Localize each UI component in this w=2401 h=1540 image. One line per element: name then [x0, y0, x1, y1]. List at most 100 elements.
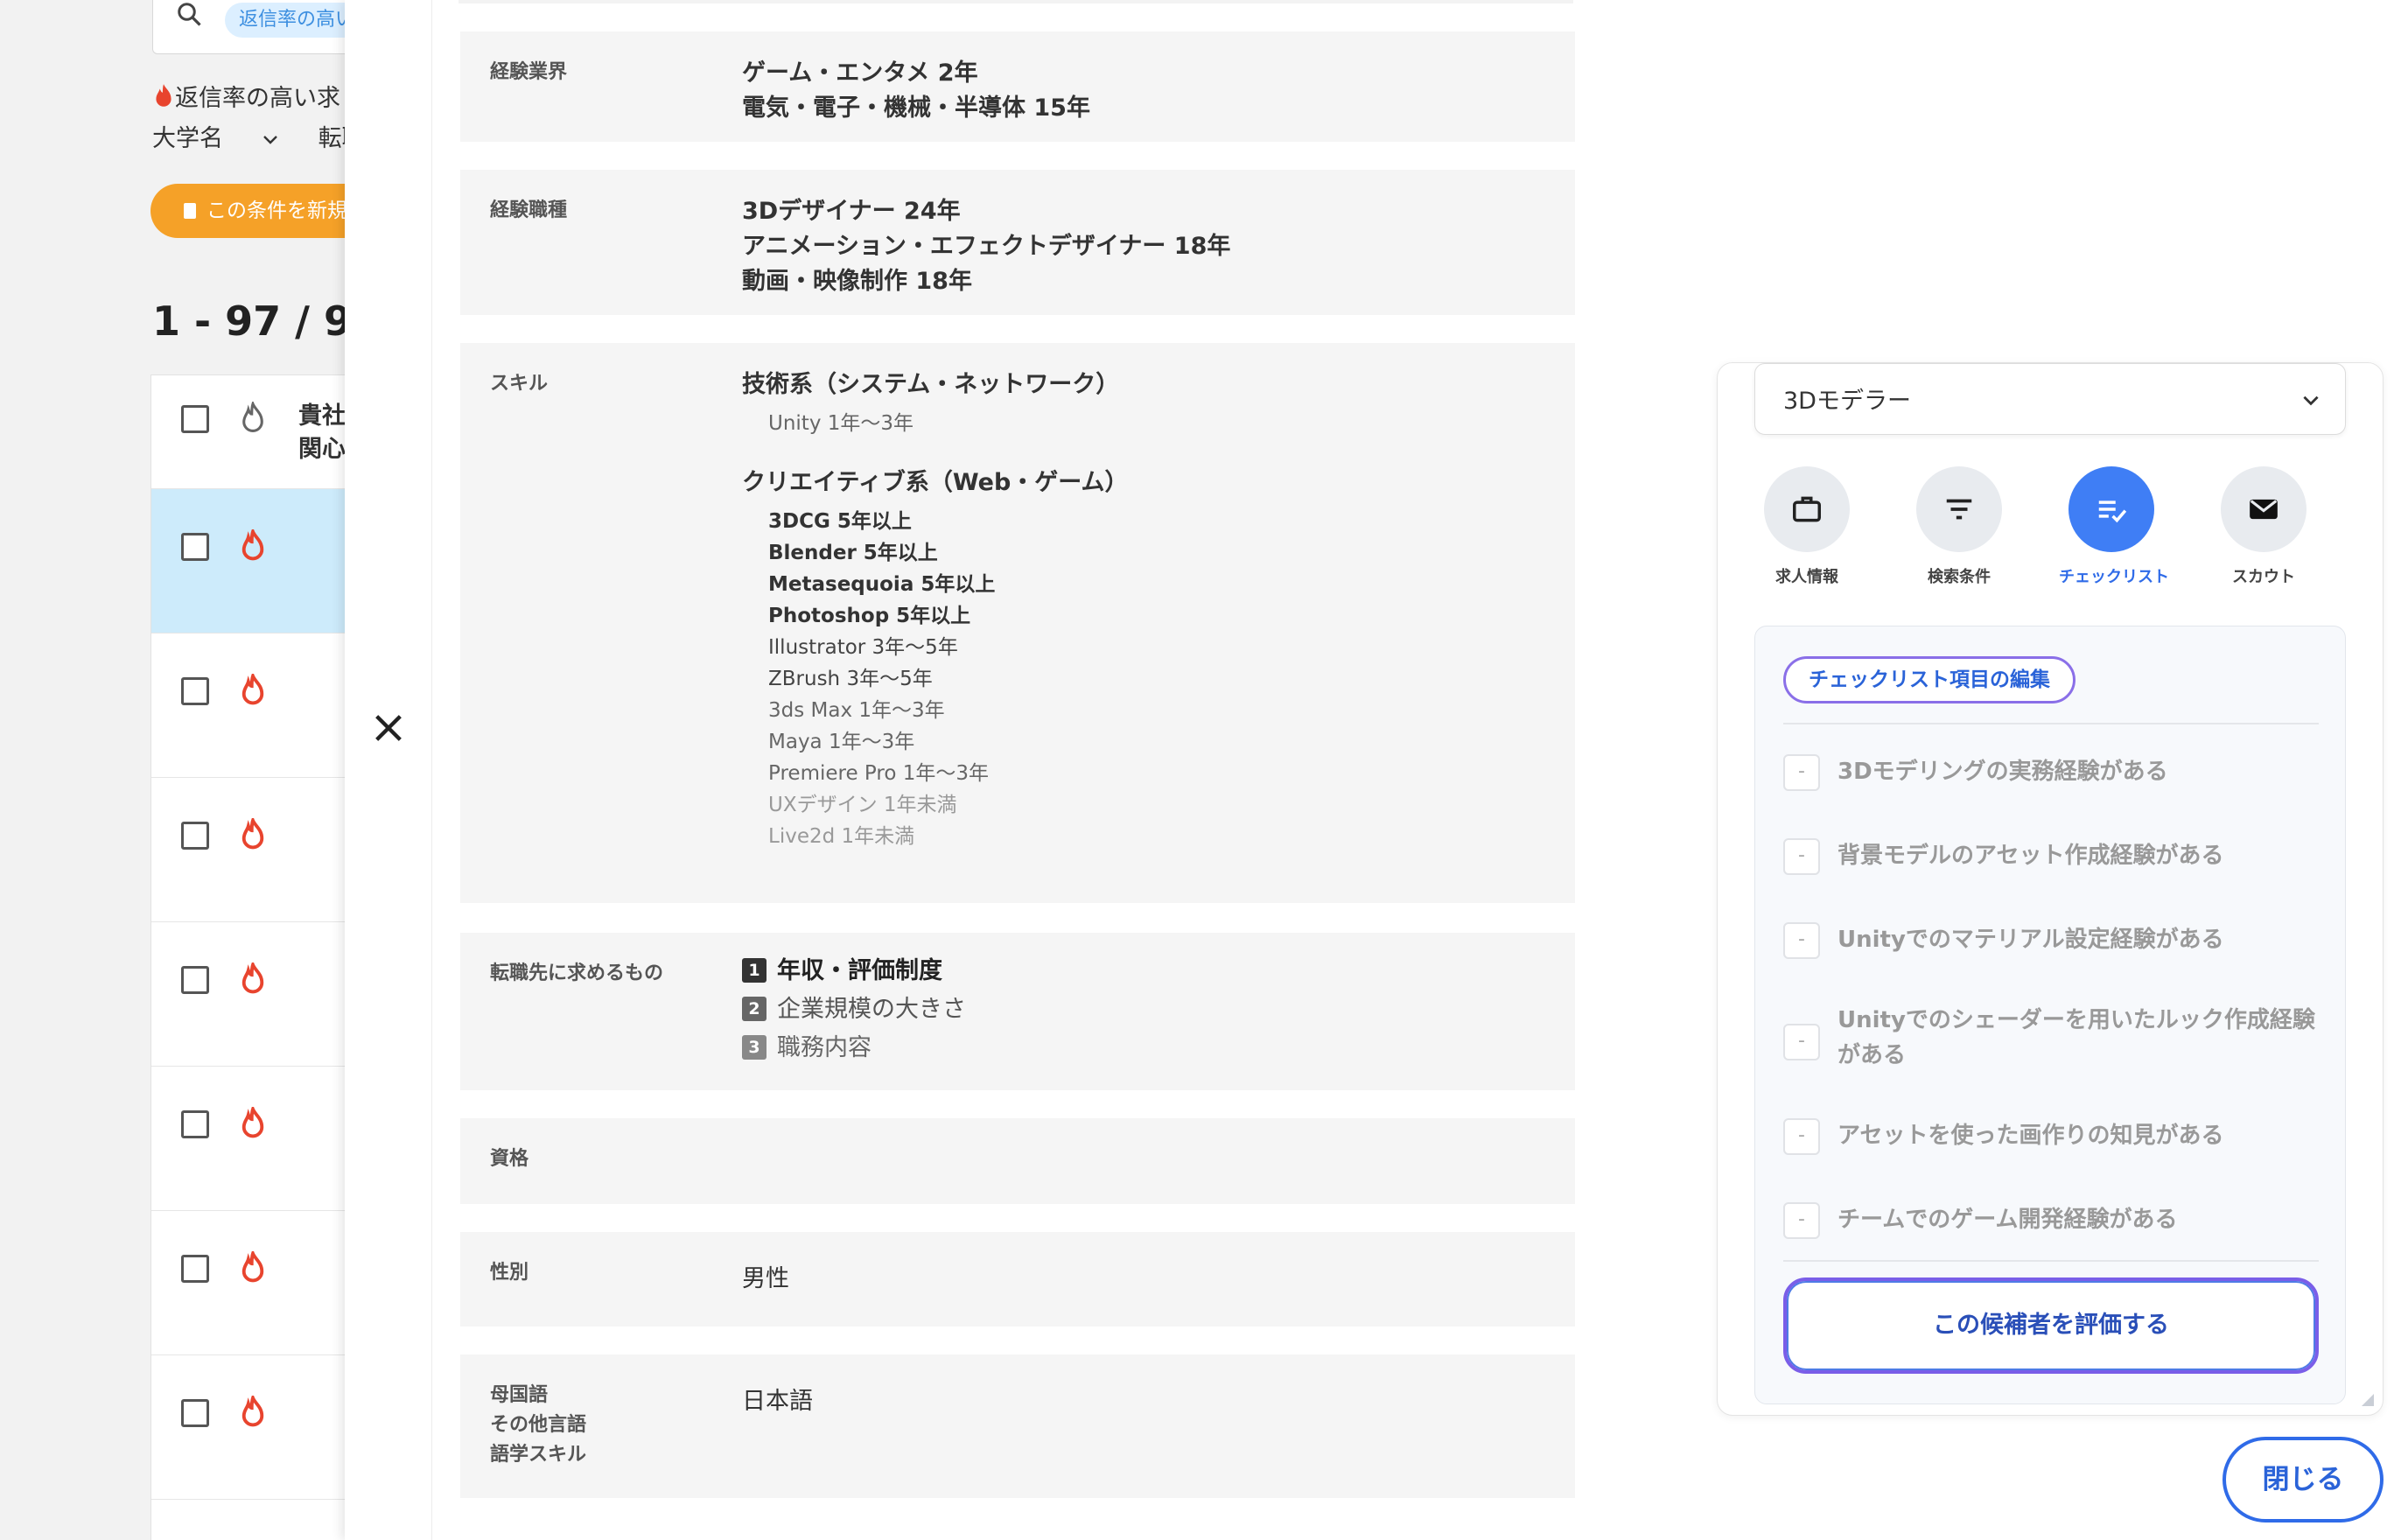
- section-value: 日本語: [742, 1388, 813, 1415]
- row-checkbox[interactable]: [181, 966, 209, 994]
- bookmark-icon: [184, 203, 196, 219]
- checklist-item: - アセットを使った画作りの知見がある: [1783, 1110, 2319, 1162]
- row-checkbox[interactable]: [181, 1110, 209, 1138]
- notice-text: 返信率の高い求: [175, 85, 340, 112]
- row-checkbox[interactable]: [181, 822, 209, 850]
- fire-icon: [242, 674, 264, 705]
- priorities-list: 1 年収・評価制度 2 企業規模の大きさ 3 職務内容: [742, 952, 966, 1068]
- briefcase-icon: [1793, 496, 1821, 522]
- skill-item: Premiere Pro 1年〜3年: [768, 762, 989, 785]
- section-label: 経験業界: [490, 61, 568, 83]
- evaluation-panel: 3Dモデラー 求人情報 検索条件 チェックリスト スカウト チェックリスト項目の…: [1717, 362, 2384, 1416]
- checklist-item: - 3Dモデリングの実務経験がある: [1783, 746, 2319, 798]
- checklist-icon: [2098, 500, 2127, 523]
- panel-tabs: 求人情報 検索条件 チェックリスト スカウト: [1754, 466, 2346, 598]
- fire-icon: [242, 818, 264, 850]
- checklist-item: - チームでのゲーム開発経験がある: [1783, 1194, 2319, 1246]
- priority-rank-badge: 2: [742, 997, 766, 1021]
- skill-item: Blender 5年以上: [768, 542, 938, 564]
- skill-item: 3ds Max 1年〜3年: [768, 699, 945, 722]
- skill-item: UXデザイン 1年未満: [768, 794, 957, 816]
- experience-job-section: 経験職種 3Dデザイナー 24年 アニメーション・エフェクトデザイナー 18年 …: [460, 170, 1575, 315]
- resize-grip-icon[interactable]: [2358, 1390, 2376, 1408]
- checklist-checkbox[interactable]: -: [1783, 1118, 1820, 1155]
- tab-search-conditions[interactable]: 検索条件: [1907, 466, 2012, 587]
- section-value: 3Dデザイナー 24年 アニメーション・エフェクトデザイナー 18年 動画・映像…: [742, 198, 1231, 295]
- skill-item: Illustrator 3年〜5年: [768, 636, 958, 659]
- close-icon[interactable]: [371, 710, 406, 746]
- section-label: 母国語 その他言語 語学スキル: [490, 1384, 587, 1466]
- language-section: 母国語 その他言語 語学スキル 日本語: [460, 1354, 1575, 1498]
- checklist-checkbox[interactable]: -: [1783, 922, 1820, 959]
- fire-icon: [242, 1396, 264, 1427]
- row-checkbox[interactable]: [181, 677, 209, 705]
- evaluate-candidate-button[interactable]: この候補者を評価する: [1783, 1278, 2319, 1374]
- section-label: 転職先に求めるもの: [490, 962, 664, 984]
- checklist-item: - Unityでのマテリアル設定経験がある: [1783, 914, 2319, 966]
- checklist-checkbox[interactable]: -: [1783, 1202, 1820, 1239]
- section-value: ゲーム・エンタメ 2年 電気・電子・機械・半導体 15年: [742, 60, 1090, 122]
- filter-icon: [1946, 499, 1972, 520]
- section-label: 性別: [490, 1262, 529, 1284]
- fire-icon: [242, 529, 264, 561]
- gender-section: 性別 男性: [460, 1232, 1575, 1326]
- chevron-down-icon: [2303, 396, 2319, 406]
- divider: [1783, 723, 2319, 724]
- row-checkbox[interactable]: [181, 533, 209, 561]
- checklist-card: チェックリスト項目の編集 - 3Dモデリングの実務経験がある - 背景モデルのア…: [1754, 626, 2346, 1404]
- row-checkbox[interactable]: [181, 1399, 209, 1427]
- skill-category: クリエイティブ系（Web・ゲーム）: [742, 469, 1129, 496]
- skill-item: 3DCG 5年以上: [768, 510, 912, 533]
- row-checkbox[interactable]: [181, 1255, 209, 1283]
- checklist-checkbox[interactable]: -: [1783, 838, 1820, 875]
- drawer-gutter: [345, 0, 432, 1540]
- position-select[interactable]: 3Dモデラー: [1754, 363, 2346, 435]
- checklist-item: - Unityでのシェーダーを用いたルック作成経験がある: [1783, 998, 2319, 1085]
- position-select-value: 3Dモデラー: [1783, 388, 1911, 415]
- experience-industry-section: 経験業界 ゲーム・エンタメ 2年 電気・電子・機械・半導体 15年: [460, 32, 1575, 142]
- section-label: 経験職種: [490, 200, 568, 221]
- checklist-item: - 背景モデルのアセット作成経験がある: [1783, 830, 2319, 882]
- fire-icon: [242, 1251, 264, 1283]
- skill-item: Photoshop 5年以上: [768, 605, 971, 627]
- filter-university[interactable]: 大学名: [152, 125, 279, 152]
- edit-checklist-button[interactable]: チェックリスト項目の編集: [1783, 656, 2076, 704]
- priorities-section: 転職先に求めるもの 1 年収・評価制度 2 企業規模の大きさ 3 職務内容: [460, 933, 1575, 1090]
- search-icon: [178, 3, 201, 26]
- priority-item: 3 職務内容: [742, 1029, 966, 1068]
- fire-icon: [242, 1107, 264, 1138]
- skill-item: Live2d 1年未満: [768, 825, 915, 848]
- qualification-section: 資格: [460, 1118, 1575, 1204]
- chevron-down-icon: [263, 136, 277, 144]
- checklist-checkbox[interactable]: -: [1783, 754, 1820, 791]
- skills-list: 技術系（システム・ネットワーク） Unity 1年〜3年 クリエイティブ系（We…: [742, 368, 1129, 852]
- skill-item: Maya 1年〜3年: [768, 731, 915, 753]
- priority-item: 2 企業規模の大きさ: [742, 990, 966, 1029]
- section-label: スキル: [490, 373, 549, 395]
- priority-item: 1 年収・評価制度: [742, 952, 966, 990]
- close-button[interactable]: 閉じる: [2222, 1437, 2384, 1522]
- skills-section: スキル 技術系（システム・ネットワーク） Unity 1年〜3年 クリエイティブ…: [460, 343, 1575, 903]
- fire-icon: [242, 962, 264, 994]
- fire-outline-icon: [242, 402, 263, 432]
- tab-job-info[interactable]: 求人情報: [1754, 466, 1859, 587]
- section-label: 資格: [490, 1148, 529, 1170]
- divider: [1783, 1260, 2319, 1262]
- table-header-text: 貴社 関心: [298, 402, 346, 463]
- reply-rate-notice: 返信率の高い求: [152, 79, 340, 113]
- fire-icon: [156, 84, 172, 107]
- select-all-checkbox[interactable]: [181, 405, 209, 433]
- section-value: 男性: [742, 1265, 789, 1292]
- tab-scout[interactable]: スカウト: [2211, 466, 2316, 587]
- candidate-list-page: 返信率の高い求 返信率の高い求 大学名 転職先 この条件を新規 1 - 97 /…: [0, 0, 414, 1540]
- priority-rank-badge: 1: [742, 958, 766, 983]
- checklist-checkbox[interactable]: -: [1783, 1024, 1820, 1060]
- mail-icon: [2250, 499, 2278, 520]
- skill-item: ZBrush 3年〜5年: [768, 668, 933, 690]
- skill-item: Unity 1年〜3年: [768, 412, 914, 435]
- section-divider: [458, 0, 1573, 4]
- priority-rank-badge: 3: [742, 1035, 766, 1060]
- skill-item: Metasequoia 5年以上: [768, 573, 996, 596]
- skill-category: 技術系（システム・ネットワーク）: [742, 371, 1120, 398]
- tab-checklist[interactable]: チェックリスト: [2059, 466, 2169, 587]
